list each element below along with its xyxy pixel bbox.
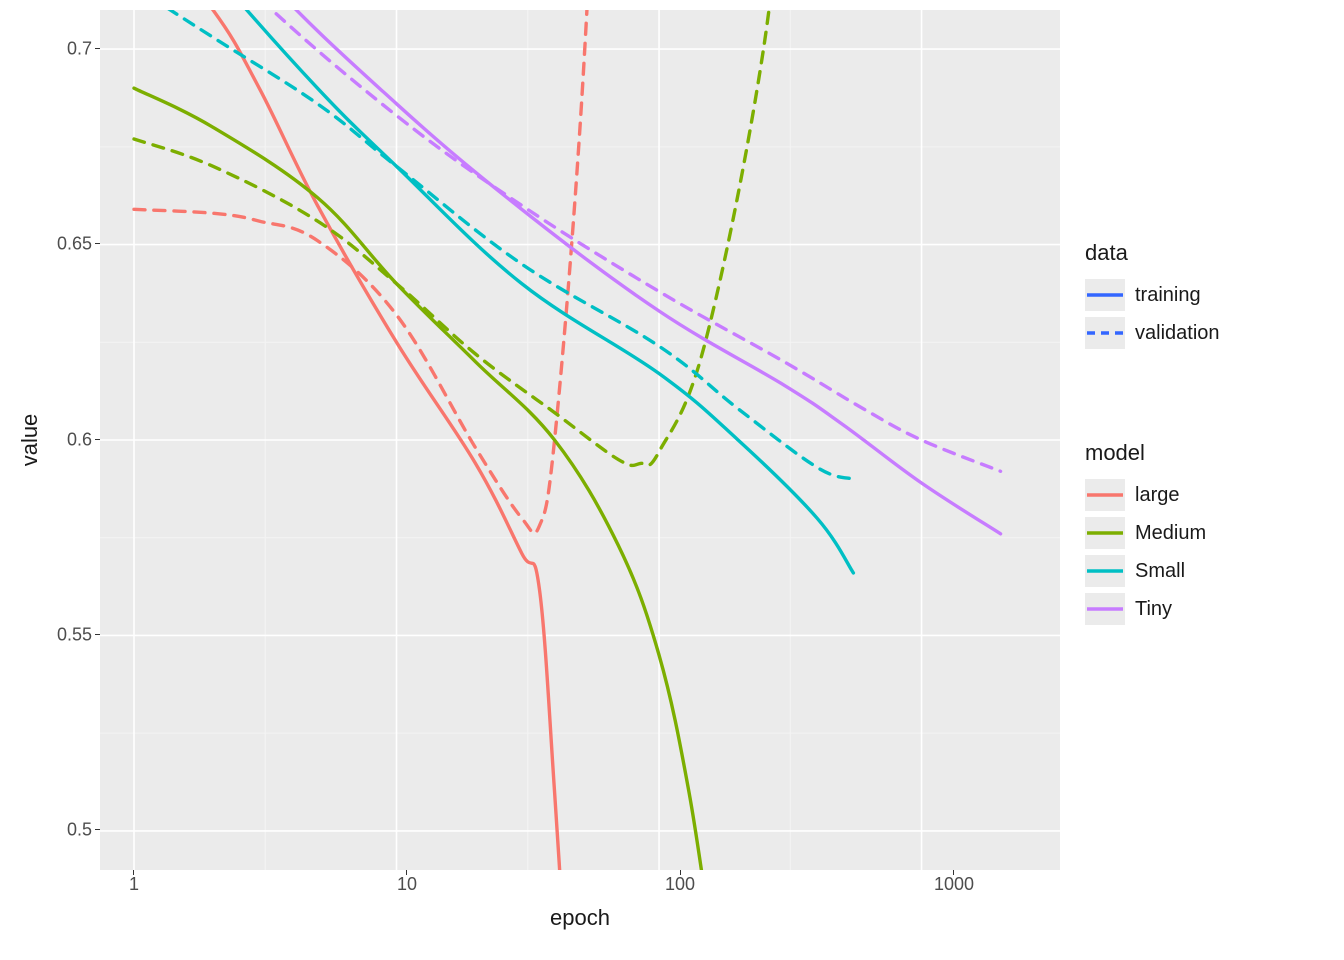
legend-item-small: Small bbox=[1085, 552, 1206, 590]
legend-data-title: data bbox=[1085, 240, 1220, 266]
legend-model-title: model bbox=[1085, 440, 1206, 466]
chart-figure: value epoch 0.5 0.55 0.6 0.65 0.7 1 10 1… bbox=[0, 0, 1344, 960]
y-tick-label: 0.6 bbox=[67, 430, 92, 451]
plot-panel bbox=[100, 10, 1060, 870]
legend-item-medium: Medium bbox=[1085, 514, 1206, 552]
legend-data: data training validation bbox=[1085, 240, 1220, 352]
legend-model: model large Medium Small Tiny bbox=[1085, 440, 1206, 628]
legend-key-icon bbox=[1085, 517, 1125, 549]
legend-label: training bbox=[1135, 284, 1201, 307]
legend-key-dashed-icon bbox=[1085, 317, 1125, 349]
y-tick-label: 0.5 bbox=[67, 820, 92, 841]
x-tick-mark bbox=[406, 870, 407, 875]
legend-label: Small bbox=[1135, 560, 1185, 583]
legend-label: Tiny bbox=[1135, 598, 1172, 621]
x-tick-label: 10 bbox=[397, 874, 417, 895]
x-tick-mark bbox=[953, 870, 954, 875]
y-tick-label: 0.65 bbox=[57, 234, 92, 255]
legend-item-large: large bbox=[1085, 476, 1206, 514]
legend-label: Medium bbox=[1135, 522, 1206, 545]
legend-key-solid-icon bbox=[1085, 279, 1125, 311]
y-tick-label: 0.7 bbox=[67, 39, 92, 60]
x-tick-mark bbox=[680, 870, 681, 875]
x-tick-mark bbox=[133, 870, 134, 875]
legend-label: validation bbox=[1135, 322, 1220, 345]
legend-item-validation: validation bbox=[1085, 314, 1220, 352]
legend-item-training: training bbox=[1085, 276, 1220, 314]
plot-svg bbox=[100, 10, 1060, 870]
legend-key-icon bbox=[1085, 593, 1125, 625]
x-tick-label: 1000 bbox=[934, 874, 974, 895]
x-axis-title: epoch bbox=[550, 905, 610, 931]
legend-label: large bbox=[1135, 484, 1179, 507]
legend-key-icon bbox=[1085, 479, 1125, 511]
legend-key-icon bbox=[1085, 555, 1125, 587]
y-tick-label: 0.55 bbox=[57, 625, 92, 646]
x-tick-label: 100 bbox=[665, 874, 695, 895]
x-tick-label: 1 bbox=[129, 874, 139, 895]
legend-item-tiny: Tiny bbox=[1085, 590, 1206, 628]
y-axis-title: value bbox=[17, 414, 43, 467]
